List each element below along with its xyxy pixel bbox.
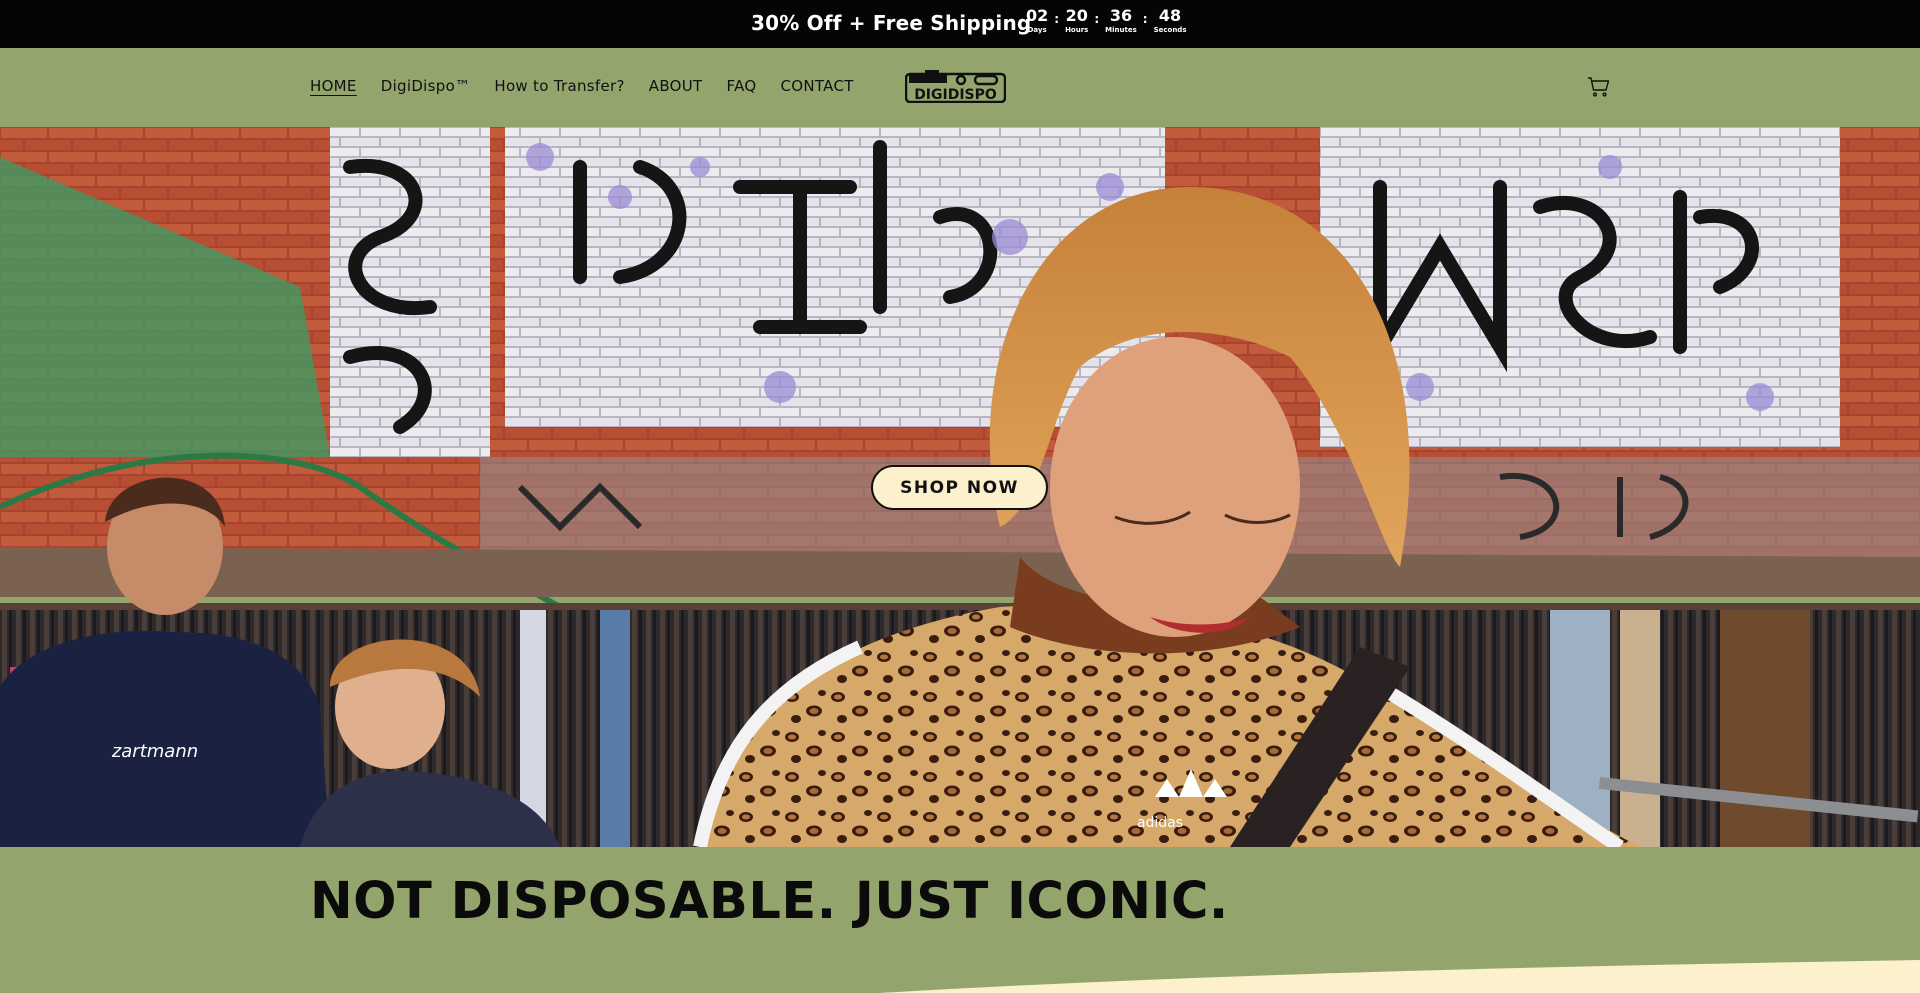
nav-faq[interactable]: FAQ [727,77,757,95]
svg-text:zartmann: zartmann [111,741,198,762]
countdown-hours-value: 20 [1065,6,1088,25]
main-nav: HOME DigiDispo™ How to Transfer? ABOUT F… [310,77,854,95]
nav-digidispo[interactable]: DigiDispo™ [381,77,471,95]
svg-text:DIGIDISPO: DIGIDISPO [914,87,997,103]
countdown-separator: : [1054,12,1060,26]
countdown-days-value: 02 [1026,6,1049,25]
cart-icon [1588,77,1610,97]
shop-now-button[interactable]: SHOP NOW [871,465,1048,510]
nav-about[interactable]: ABOUT [649,77,703,95]
countdown-hours: 20 Hours [1065,6,1088,35]
nav-contact[interactable]: CONTACT [780,77,853,95]
nav-home[interactable]: HOME [310,77,357,95]
countdown-minutes-label: Minutes [1105,26,1137,34]
page-tagline: NOT DISPOSABLE. JUST ICONIC. [310,872,1229,931]
svg-text:adidas: adidas [1137,815,1183,831]
countdown-seconds-value: 48 [1158,6,1182,25]
countdown-days-label: Days [1027,26,1047,34]
countdown-hours-label: Hours [1065,26,1089,34]
announcement-bar: 30% Off + Free Shipping 02 Days : 20 Hou… [0,0,1920,48]
countdown-separator: : [1142,12,1148,26]
site-header: HOME DigiDispo™ How to Transfer? ABOUT F… [0,48,1920,127]
countdown-minutes-value: 36 [1109,6,1133,25]
nav-how-to-transfer[interactable]: How to Transfer? [494,77,624,95]
countdown-separator: : [1094,12,1100,26]
hero-banner: zartmann adidas SHOP NOW [0,127,1920,847]
brand-logo[interactable]: DIGIDISPO [904,69,1007,104]
camera-logo-icon: DIGIDISPO [904,70,1007,104]
cart-button[interactable] [1587,75,1611,99]
announcement-text: 30% Off + Free Shipping [751,11,1032,35]
countdown-timer: 02 Days : 20 Hours : 36 Minutes : 48 Sec… [1026,6,1187,35]
countdown-minutes: 36 Minutes [1105,6,1137,35]
countdown-seconds: 48 Seconds [1154,6,1187,35]
countdown-days: 02 Days [1026,6,1048,35]
section-divider-wave [880,960,1920,993]
countdown-seconds-label: Seconds [1153,26,1187,34]
